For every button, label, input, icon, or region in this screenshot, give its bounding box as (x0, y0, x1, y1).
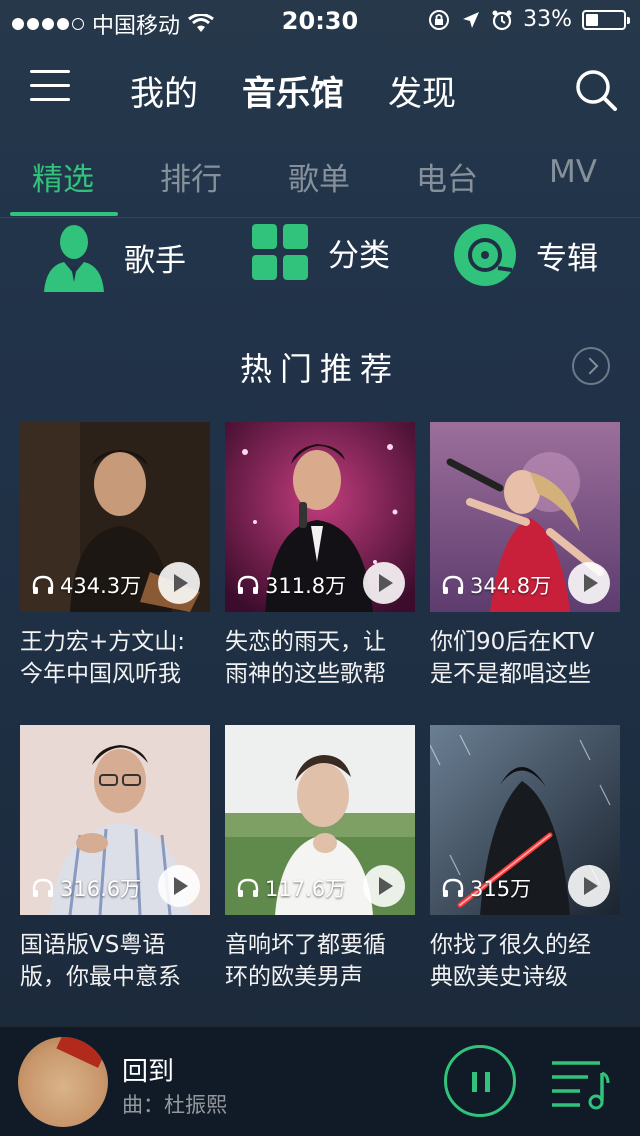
sub-tabs: 精选 排行 歌单 电台 MV (0, 140, 640, 218)
playlist-title: 音响坏了都要循 环的欧美男声 (225, 929, 419, 993)
playlist-title: 王力宏+方文山: 今年中国风听我 (20, 626, 214, 690)
playlist-title-line: 你们90后在KTV (430, 629, 595, 655)
tab-discover[interactable]: 发现 (388, 66, 456, 115)
play-count-value: 434.3万 (60, 574, 142, 598)
battery-level (586, 13, 598, 26)
play-count: 315万 (442, 873, 531, 903)
headphones-icon (237, 878, 259, 897)
play-count-value: 344.8万 (470, 574, 552, 598)
play-count-value: 117.6万 (265, 877, 347, 901)
play-button[interactable] (568, 865, 610, 907)
chevron-right-icon[interactable] (572, 347, 610, 385)
category-label: 专辑 (536, 240, 598, 277)
subtab-featured[interactable]: 精选 (32, 154, 94, 199)
playlist-icon[interactable] (550, 1055, 610, 1111)
playlist-title-line: 雨神的这些歌帮 (225, 661, 386, 687)
subtab-playlists[interactable]: 歌单 (288, 154, 350, 199)
active-tab-indicator (10, 212, 118, 216)
playlist-cover: 311.8万 (225, 422, 415, 612)
play-count-value: 311.8万 (265, 574, 347, 598)
rotation-lock-icon (429, 9, 450, 30)
battery-icon (582, 9, 630, 30)
subtab-mv[interactable]: MV (549, 154, 597, 190)
mini-player[interactable]: 回到 曲：杜振熙 (0, 1026, 640, 1136)
play-count: 434.3万 (32, 570, 141, 600)
tab-mine[interactable]: 我的 (130, 66, 198, 115)
subtab-ranking[interactable]: 排行 (160, 154, 222, 199)
song-artist: 曲：杜振熙 (122, 1093, 227, 1117)
album-art[interactable] (18, 1037, 108, 1127)
status-bar-right: 33% (427, 7, 630, 32)
category-label: 分类 (328, 237, 390, 274)
category-genre[interactable]: 分类 (250, 222, 390, 282)
singer-icon (44, 225, 104, 292)
hamburger-icon[interactable] (30, 70, 70, 102)
play-button[interactable] (568, 562, 610, 604)
category-label: 歌手 (124, 242, 186, 279)
play-count-value: 315万 (470, 877, 532, 901)
playlist-title-line: 版，你最中意系 (20, 964, 181, 990)
playlist-card[interactable]: 316.6万 国语版VS粤语 版，你最中意系 (20, 725, 210, 993)
play-button[interactable] (363, 562, 405, 604)
playlist-title-line: 环的欧美男声 (225, 964, 363, 990)
playlist-title-line: 音响坏了都要循 (225, 932, 386, 958)
playlist-cover: 315万 (430, 725, 620, 915)
play-count: 344.8万 (442, 570, 551, 600)
playlist-title: 你们90后在KTV 是不是都唱这些 (430, 626, 624, 690)
category-row: 歌手 分类 专辑 (0, 222, 640, 302)
playlist-cover: 117.6万 (225, 725, 415, 915)
playlist-title-line: 典欧美史诗级 (430, 964, 568, 990)
play-count-value: 316.6万 (60, 877, 142, 901)
tab-music-hall[interactable]: 音乐馆 (242, 66, 344, 115)
battery-percent: 33% (523, 7, 572, 32)
playlist-cover: 434.3万 (20, 422, 210, 612)
headphones-icon (442, 575, 464, 594)
play-count: 316.6万 (32, 873, 141, 903)
category-singer[interactable]: 歌手 (42, 222, 186, 292)
playlist-card[interactable]: 344.8万 你们90后在KTV 是不是都唱这些 (430, 422, 620, 690)
section-title: 热门推荐 (239, 350, 400, 388)
playlist-card[interactable]: 434.3万 王力宏+方文山: 今年中国风听我 (20, 422, 210, 690)
playlist-cover: 344.8万 (430, 422, 620, 612)
top-nav: 我的 音乐馆 发现 (0, 48, 640, 128)
song-title: 回到 (122, 1057, 175, 1087)
pause-button[interactable] (444, 1045, 516, 1117)
category-album[interactable]: 专辑 (452, 222, 598, 288)
location-icon (463, 11, 480, 28)
play-count: 117.6万 (237, 873, 346, 903)
grid-icon (252, 224, 308, 280)
playlist-title: 失恋的雨天，让 雨神的这些歌帮 (225, 626, 419, 690)
play-button[interactable] (158, 865, 200, 907)
playlist-title-line: 失恋的雨天，让 (225, 629, 386, 655)
play-count: 311.8万 (237, 570, 346, 600)
vinyl-icon (454, 224, 516, 286)
playlist-title-line: 今年中国风听我 (20, 661, 181, 687)
playlist-card[interactable]: 311.8万 失恋的雨天，让 雨神的这些歌帮 (225, 422, 415, 690)
status-bar: 中国移动 20:30 33% (0, 0, 640, 40)
playlist-title: 你找了很久的经 典欧美史诗级 (430, 929, 624, 993)
top-tabs: 我的 音乐馆 发现 (130, 66, 456, 115)
alarm-icon (492, 10, 512, 30)
search-icon[interactable] (574, 68, 618, 112)
headphones-icon (237, 575, 259, 594)
playlist-title: 国语版VS粤语 版，你最中意系 (20, 929, 214, 993)
play-button[interactable] (363, 865, 405, 907)
playlist-card[interactable]: 315万 你找了很久的经 典欧美史诗级 (430, 725, 620, 993)
playlist-title-line: 你找了很久的经 (430, 932, 591, 958)
headphones-icon (32, 878, 54, 897)
headphones-icon (442, 878, 464, 897)
play-button[interactable] (158, 562, 200, 604)
playlist-title-line: 王力宏+方文山: (20, 629, 186, 655)
subtab-radio[interactable]: 电台 (416, 154, 478, 199)
playlist-cover: 316.6万 (20, 725, 210, 915)
headphones-icon (32, 575, 54, 594)
playlist-card[interactable]: 117.6万 音响坏了都要循 环的欧美男声 (225, 725, 415, 993)
playlist-title-line: 是不是都唱这些 (430, 661, 591, 687)
playlist-title-line: 国语版VS粤语 (20, 932, 166, 958)
